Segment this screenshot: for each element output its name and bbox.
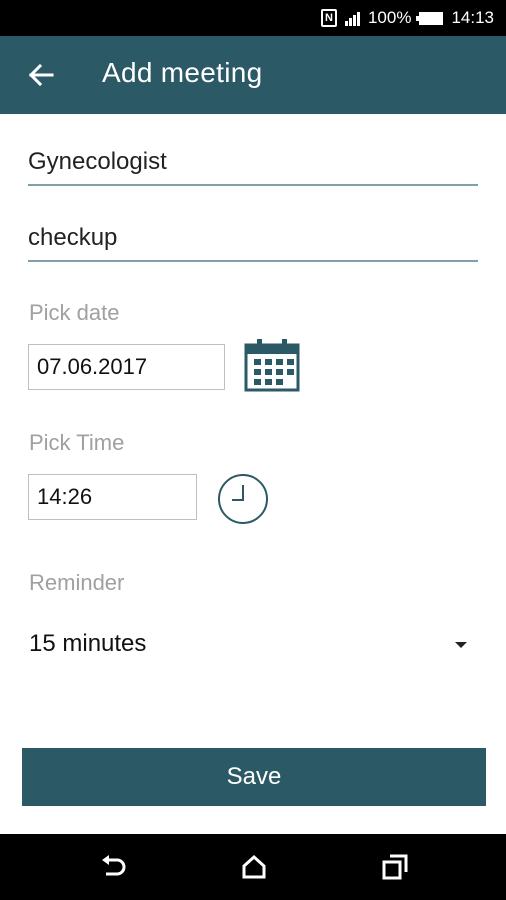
- battery-percent: 100%: [367, 8, 412, 27]
- reminder-selected-value: 15 minutes: [29, 630, 147, 657]
- app-bar: Add meeting: [0, 36, 506, 114]
- time-label: Pick Time: [29, 430, 125, 455]
- nav-back-icon[interactable]: [98, 852, 128, 882]
- date-label: Pick date: [29, 300, 120, 325]
- nav-home-icon[interactable]: [239, 852, 269, 882]
- navigation-bar: [0, 834, 506, 900]
- meeting-description-field[interactable]: checkup: [28, 224, 478, 262]
- nfc-icon: N: [320, 9, 337, 27]
- meeting-title-field[interactable]: Gynecologist: [28, 148, 478, 186]
- form-container: Gynecologist checkup Pick date 07.06.201…: [0, 114, 506, 834]
- time-input[interactable]: 14:26: [28, 474, 197, 520]
- reminder-label: Reminder: [29, 570, 125, 595]
- nav-recents-icon[interactable]: [380, 852, 410, 882]
- signal-icon: [344, 10, 360, 26]
- clock-time: 14:13: [451, 8, 494, 27]
- calendar-icon[interactable]: [244, 338, 300, 392]
- status-bar: N 100% 14:13: [0, 0, 506, 36]
- battery-icon: [416, 11, 444, 25]
- save-button[interactable]: Save: [22, 748, 486, 806]
- date-input[interactable]: 07.06.2017: [28, 344, 225, 390]
- reminder-select[interactable]: 15 minutes: [29, 630, 469, 658]
- back-arrow-icon[interactable]: [26, 60, 56, 90]
- page-title: Add meeting: [102, 57, 263, 88]
- dropdown-arrow-icon: [455, 642, 467, 648]
- clock-icon[interactable]: [217, 473, 269, 525]
